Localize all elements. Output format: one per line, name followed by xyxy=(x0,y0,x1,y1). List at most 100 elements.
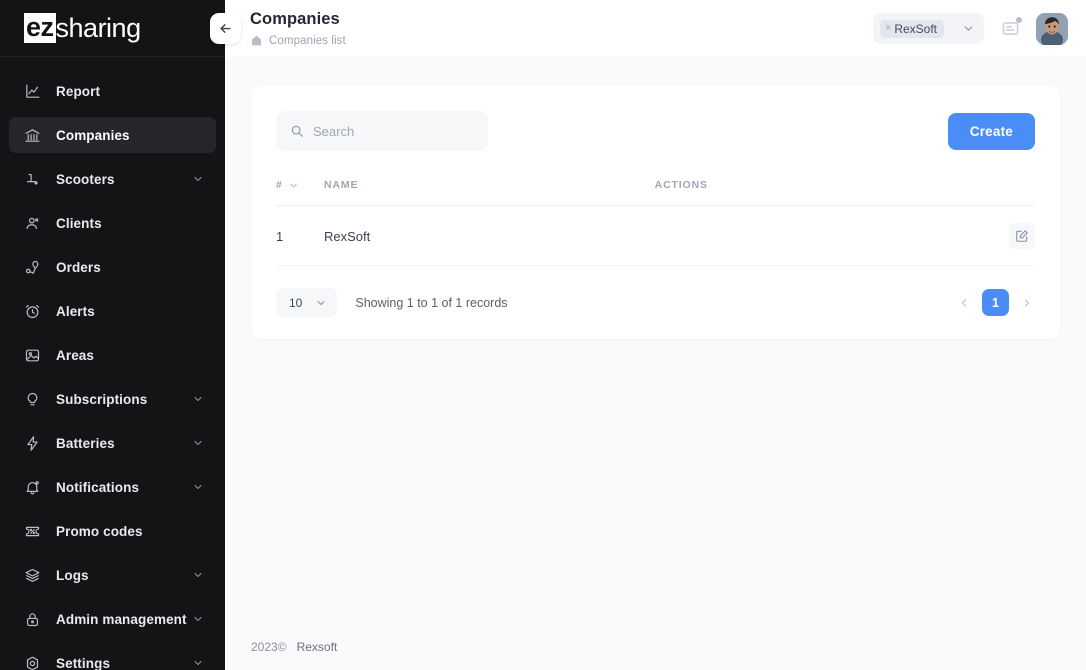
edit-row-button[interactable] xyxy=(1009,223,1035,249)
column-header-actions: ACTIONS xyxy=(654,179,1035,206)
arrow-left-icon xyxy=(218,21,233,36)
user-avatar-image xyxy=(1036,12,1068,45)
page-heading-group: Companies Companies list xyxy=(250,10,346,48)
lightning-icon xyxy=(23,434,42,453)
cell-actions xyxy=(654,205,1035,266)
chevron-down-icon[interactable] xyxy=(288,180,299,191)
page-title: Companies xyxy=(250,9,340,28)
chevron-down-icon[interactable] xyxy=(192,569,204,581)
chevron-down-icon[interactable] xyxy=(192,613,204,625)
companies-table: # NAME ACTIONS 1 RexSoft xyxy=(276,179,1035,266)
sidebar-item-promo-codes[interactable]: Promo codes xyxy=(9,513,216,549)
bell-icon xyxy=(23,478,42,497)
scooter-icon xyxy=(23,170,42,189)
chevron-down-icon[interactable] xyxy=(192,393,204,405)
sidebar-logo[interactable]: ez sharing xyxy=(0,0,225,57)
column-label-num: # xyxy=(276,179,283,191)
sidebar-item-label: Settings xyxy=(56,655,111,670)
company-select[interactable]: × RexSoft xyxy=(872,13,984,44)
edit-pencil-icon xyxy=(1015,229,1029,243)
map-pin-icon xyxy=(23,258,42,277)
sidebar-item-areas[interactable]: Areas xyxy=(9,337,216,373)
pagination-prev-button[interactable] xyxy=(956,292,972,314)
chevron-down-icon[interactable] xyxy=(315,297,327,309)
sidebar-item-report[interactable]: Report xyxy=(9,73,216,109)
tag-remove-icon[interactable]: × xyxy=(885,23,891,34)
sidebar-item-label: Admin management xyxy=(56,611,187,627)
sidebar-item-label: Batteries xyxy=(56,435,115,451)
sidebar-item-companies[interactable]: Companies xyxy=(9,117,216,153)
chevron-down-icon[interactable] xyxy=(192,173,204,185)
sidebar-item-label: Notifications xyxy=(56,479,140,495)
sidebar-item-scooters[interactable]: Scooters xyxy=(9,161,216,197)
chevron-left-icon xyxy=(958,297,970,309)
sidebar: ez sharing Report Companies Scooters Client… xyxy=(0,0,225,670)
main-area: Companies Companies list × RexSoft Searc… xyxy=(225,0,1086,670)
lock-icon xyxy=(23,610,42,629)
table-row[interactable]: 1 RexSoft xyxy=(276,205,1035,266)
chevron-down-icon[interactable] xyxy=(192,657,204,669)
image-area-icon xyxy=(23,346,42,365)
sidebar-item-label: Clients xyxy=(56,215,102,231)
page-footer: 2023© Rexsoft xyxy=(225,624,1086,670)
footer-copyright: 2023© Rexsoft xyxy=(251,640,337,654)
ticket-percent-icon xyxy=(23,522,42,541)
avatar[interactable] xyxy=(1036,12,1068,45)
notification-badge-dot xyxy=(1016,16,1022,23)
sidebar-item-subscriptions[interactable]: Subscriptions xyxy=(9,381,216,417)
footer-company: Rexsoft xyxy=(296,640,338,654)
sidebar-item-label: Scooters xyxy=(56,171,115,187)
gear-icon xyxy=(23,654,42,670)
brand-logo: ez sharing xyxy=(24,12,141,43)
search-box[interactable] xyxy=(276,111,488,151)
chevron-down-icon[interactable] xyxy=(962,22,975,35)
sidebar-item-orders[interactable]: Orders xyxy=(9,249,216,285)
chart-line-icon xyxy=(23,82,42,101)
footer-year: 2023© xyxy=(251,640,287,654)
content-area: Create # xyxy=(225,57,1086,670)
sidebar-item-label: Alerts xyxy=(56,303,95,319)
sidebar-item-label: Report xyxy=(56,83,101,99)
cell-num: 1 xyxy=(276,205,324,266)
layers-icon xyxy=(23,566,42,585)
sidebar-collapse-button[interactable] xyxy=(210,13,241,44)
sidebar-item-logs[interactable]: Logs xyxy=(9,557,216,593)
sidebar-item-label: Companies xyxy=(56,127,130,143)
users-icon xyxy=(23,214,42,233)
logo-ez: ez xyxy=(24,12,56,43)
sidebar-item-settings[interactable]: Settings xyxy=(9,645,216,670)
column-label-actions: ACTIONS xyxy=(654,179,708,191)
search-icon xyxy=(290,124,304,138)
notifications-button[interactable] xyxy=(997,16,1023,42)
chevron-down-icon[interactable] xyxy=(192,437,204,449)
chevron-down-icon[interactable] xyxy=(192,481,204,493)
sidebar-item-batteries[interactable]: Batteries xyxy=(9,425,216,461)
sidebar-item-label: Promo codes xyxy=(56,523,143,539)
pagination-next-button[interactable] xyxy=(1019,292,1035,314)
sidebar-item-notifications[interactable]: Notifications xyxy=(9,469,216,505)
top-bar-actions: × RexSoft xyxy=(872,12,1068,45)
sidebar-item-label: Subscriptions xyxy=(56,391,148,407)
page-size-value: 10 xyxy=(289,295,303,310)
breadcrumb-label: Companies list xyxy=(269,34,346,47)
table-header-row: # NAME ACTIONS xyxy=(276,179,1035,206)
home-icon xyxy=(250,34,263,47)
sidebar-item-clients[interactable]: Clients xyxy=(9,205,216,241)
cell-name: RexSoft xyxy=(324,205,655,266)
search-input[interactable] xyxy=(313,123,463,139)
column-header-num[interactable]: # xyxy=(276,179,324,206)
sidebar-item-label: Logs xyxy=(56,567,89,583)
create-button[interactable]: Create xyxy=(947,112,1035,150)
breadcrumb: Companies list xyxy=(250,34,346,47)
page-size-select[interactable]: 10 xyxy=(276,288,338,317)
pagination-page-1[interactable]: 1 xyxy=(982,289,1009,316)
companies-card: Create # xyxy=(251,86,1060,339)
chevron-right-icon xyxy=(1021,297,1033,309)
card-toolbar: Create xyxy=(276,111,1035,151)
sidebar-item-admin-management[interactable]: Admin management xyxy=(9,601,216,637)
sidebar-item-label: Areas xyxy=(56,347,95,363)
company-tag-label: RexSoft xyxy=(894,21,937,36)
company-tag[interactable]: × RexSoft xyxy=(879,19,944,38)
sidebar-item-alerts[interactable]: Alerts xyxy=(9,293,216,329)
sidebar-nav: Report Companies Scooters Clients Orders Aler… xyxy=(0,57,225,670)
